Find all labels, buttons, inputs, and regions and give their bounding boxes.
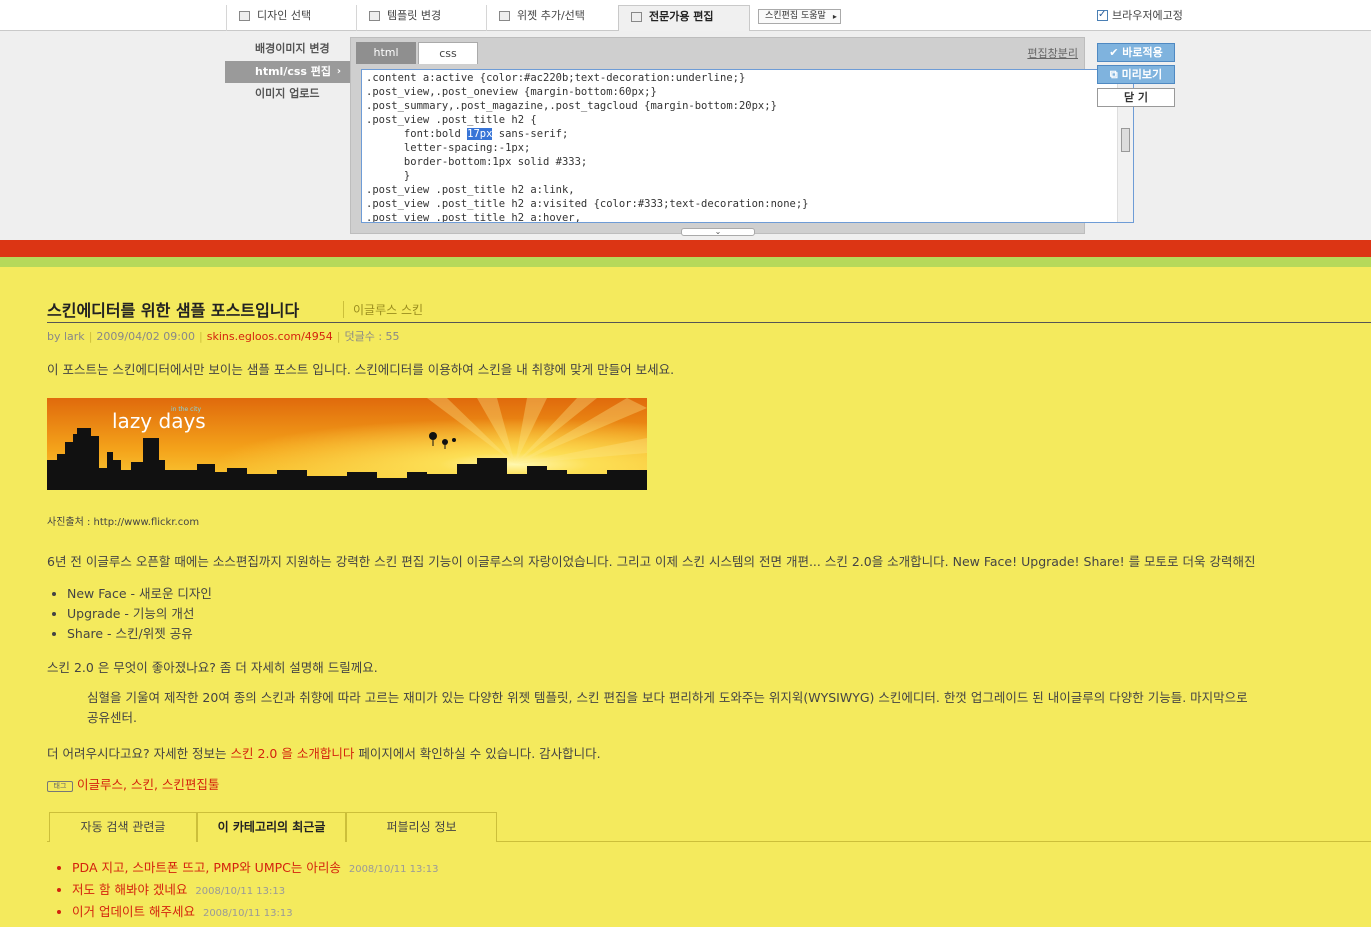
post-paragraph-2: 스킨 2.0 은 무엇이 좋아졌나요? 좀 더 자세히 설명해 드릴께요. <box>47 660 378 675</box>
code-line: .content a:active {color:#ac220b;text-de… <box>366 72 746 84</box>
header-stripe-green <box>0 257 1371 267</box>
post-intro: 이 포스트는 스킨에디터에서만 보이는 샘플 포스트 입니다. 스킨에디터를 이… <box>47 362 675 377</box>
post-title[interactable]: 스킨에디터를 위한 샘플 포스트입니다 <box>47 297 299 321</box>
post-author: by lark <box>47 330 85 343</box>
preview-button[interactable]: ⧉ 미리보기 <box>1097 65 1175 84</box>
nav-image-upload[interactable]: 이미지 업로드 <box>225 83 351 105</box>
edit-icon <box>631 12 642 22</box>
list-item: Share - 스킨/위젯 공유 <box>67 624 212 644</box>
post-blockquote: 심혈을 기울여 제작한 20여 종의 스킨과 취향에 따라 고르는 재미가 있는… <box>87 688 1371 728</box>
banner-subtitle: in the city <box>171 406 201 413</box>
code-line: .post_view,.post_oneview {margin-bottom:… <box>366 86 657 98</box>
lazy-days-banner-image: lazy days in the city <box>47 398 647 490</box>
quote-line: 공유센터. <box>87 710 137 725</box>
more-info-paragraph: 더 어려우시다고요? 자세한 정보는 스킨 2.0 을 소개합니다 페이지에서 … <box>47 746 601 761</box>
post-title-row: 스킨에디터를 위한 샘플 포스트입니다 이글루스 스킨 <box>47 297 1371 323</box>
recent-post-date: 2008/10/11 13:13 <box>195 886 286 897</box>
tab-publishing-info[interactable]: 퍼블리싱 정보 <box>346 812 497 842</box>
recent-post-link[interactable]: PDA 지고, 스마트폰 뜨고, PMP와 UMPC는 아리송 <box>72 860 341 875</box>
code-line: .post_view .post_title h2 a:link, <box>366 184 575 196</box>
tab-design-select[interactable]: 디자인 선택 <box>226 5 356 31</box>
tab-expert-edit[interactable]: 전문가용 편집 <box>618 5 750 32</box>
tag-icon: 태그 <box>47 781 73 792</box>
selected-text: 17px <box>467 128 493 140</box>
scrollbar-thumb[interactable] <box>1121 128 1130 152</box>
resize-grip[interactable]: ⌄ <box>681 228 755 236</box>
code-line: border-bottom:1px solid #333; <box>366 156 588 168</box>
code-line: .post_view .post_title h2 a:hover, <box>366 212 581 223</box>
tab-css[interactable]: css <box>418 42 478 64</box>
photo-credit: 사진출처 : http://www.flickr.com <box>47 517 200 528</box>
header-stripe-red <box>0 240 1371 257</box>
list-item: New Face - 새로운 디자인 <box>67 584 212 604</box>
code-line: font:bold 17px sans-serif; <box>366 128 569 140</box>
code-line: .post_view .post_title h2 a:visited {col… <box>366 198 809 210</box>
close-button[interactable]: 닫 기 <box>1097 88 1175 107</box>
code-editor-frame: html css 편집창분리 .content a:active {color:… <box>350 37 1134 236</box>
recent-post-date: 2008/10/11 13:13 <box>348 864 439 875</box>
code-line: letter-spacing:-1px; <box>366 142 531 154</box>
chevron-right-icon: › <box>336 66 341 77</box>
recent-post-date: 2008/10/11 13:13 <box>202 908 293 919</box>
related-tabs: 자동 검색 관련글 이 카테고리의 최근글 퍼블리싱 정보 <box>47 812 1371 842</box>
feature-list: New Face - 새로운 디자인 Upgrade - 기능의 개선 Shar… <box>67 584 212 644</box>
code-line: } <box>366 170 411 182</box>
tab-auto-related[interactable]: 자동 검색 관련글 <box>49 812 197 842</box>
skin-edit-help-button[interactable]: 스킨편집 도움말 ▸ <box>758 9 841 24</box>
post-meta: by lark | 2009/04/02 09:00 | skins.egloos.co… <box>47 330 400 343</box>
fix-to-browser-checkbox[interactable] <box>1097 8 1108 22</box>
code-content: .content a:active {color:#ac220b;text-de… <box>362 70 1133 223</box>
post-date: 2009/04/02 09:00 <box>96 330 196 343</box>
editor-panel: 배경이미지 변경 html/css 편집 › 이미지 업로드 html css … <box>0 31 1371 240</box>
list-item: Upgrade - 기능의 개선 <box>67 604 212 624</box>
quote-line: 심혈을 기울여 제작한 20여 종의 스킨과 취향에 따라 고르는 재미가 있는… <box>87 690 1248 705</box>
tab-template-change[interactable]: 템플릿 변경 <box>356 5 486 31</box>
post-permalink[interactable]: skins.egloos.com/4954 <box>207 330 333 343</box>
skin-intro-link[interactable]: 스킨 2.0 을 소개합니다 <box>231 746 355 761</box>
list-item: 저도 함 해봐야 겠네요 2008/10/11 13:13 <box>72 880 438 902</box>
tab-html[interactable]: html <box>356 42 416 64</box>
template-icon <box>369 11 380 21</box>
post-category[interactable]: 이글루스 스킨 <box>343 301 423 318</box>
nav-html-css-edit[interactable]: html/css 편집 › <box>225 61 351 83</box>
layout-icon <box>239 11 250 21</box>
list-item: PDA 지고, 스마트폰 뜨고, PMP와 UMPC는 아리송 2008/10/1… <box>72 858 438 880</box>
css-code-textarea[interactable]: .content a:active {color:#ac220b;text-de… <box>361 69 1134 223</box>
recent-post-link[interactable]: 이거 업데이트 해주세요 <box>72 904 195 919</box>
nav-background-image[interactable]: 배경이미지 변경 <box>225 38 351 60</box>
recent-post-list: PDA 지고, 스마트폰 뜨고, PMP와 UMPC는 아리송 2008/10/1… <box>72 858 438 924</box>
list-item: 이거 업데이트 해주세요 2008/10/11 13:13 <box>72 902 438 924</box>
comment-count[interactable]: 덧글수 : 55 <box>345 330 400 343</box>
apply-button[interactable]: ✔ 바로적용 <box>1097 43 1175 62</box>
fix-to-browser-option[interactable]: 브라우저에고정 <box>1097 8 1183 23</box>
tag-row: 태그 이글루스, 스킨, 스킨편집툴 <box>47 774 219 793</box>
tab-category-recent[interactable]: 이 카테고리의 최근글 <box>197 812 346 842</box>
editor-toolbar: 디자인 선택 템플릿 변경 위젯 추가/선택 전문가용 편집 스킨편집 도움말 … <box>0 0 1371 32</box>
tab-widget-add[interactable]: 위젯 추가/선택 <box>486 5 618 31</box>
widget-icon <box>499 11 510 21</box>
post-paragraph-1: 6년 전 이글루스 오픈할 때에는 소스편집까지 지원하는 강력한 스킨 편집 … <box>47 554 1256 569</box>
chevron-right-icon: ▸ <box>832 12 837 21</box>
split-editor-link[interactable]: 편집창분리 <box>1027 45 1078 61</box>
recent-post-link[interactable]: 저도 함 해봐야 겠네요 <box>72 882 187 897</box>
code-line: .post_view .post_title h2 { <box>366 114 537 126</box>
code-line: .post_summary,.post_magazine,.post_tagcl… <box>366 100 777 112</box>
tag-links[interactable]: 이글루스, 스킨, 스킨편집툴 <box>77 777 219 792</box>
